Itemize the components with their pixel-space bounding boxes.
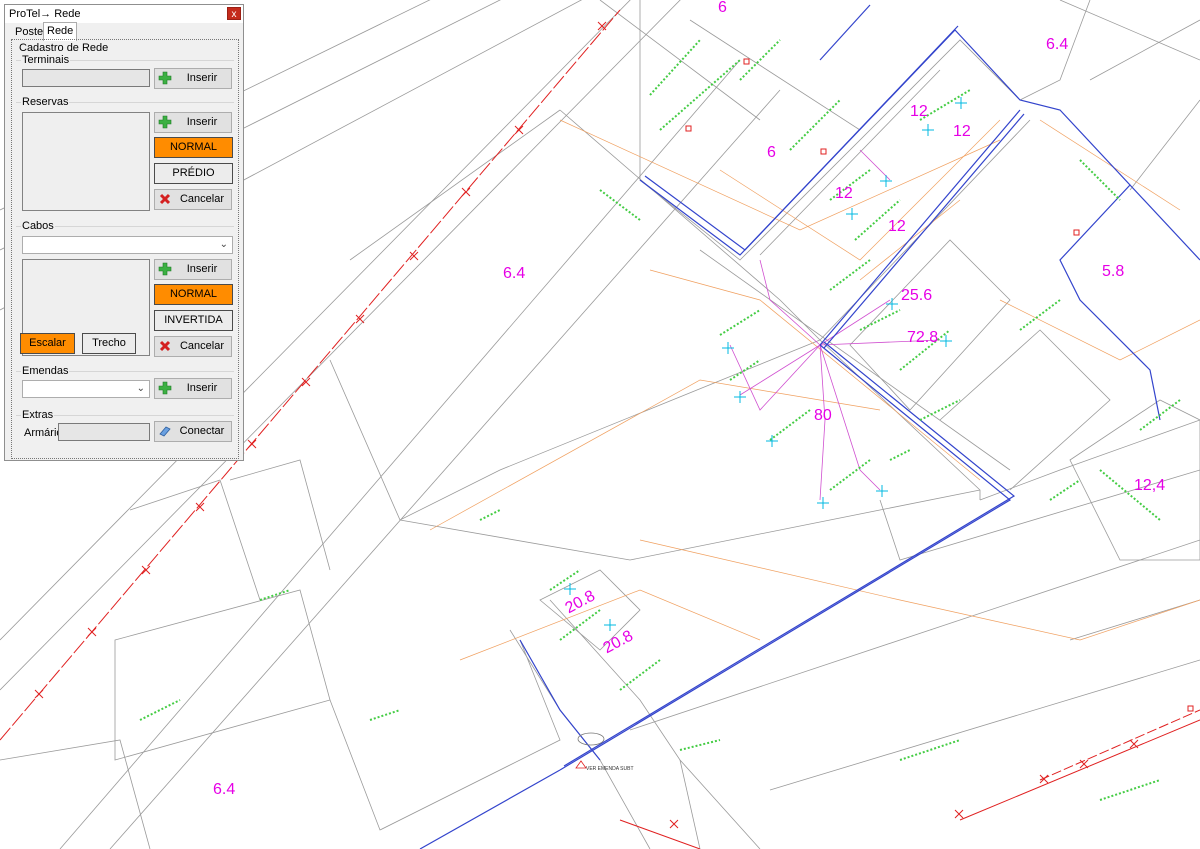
map-label: 6 [718, 0, 727, 16]
chevron-down-icon: ⌄ [219, 239, 228, 250]
trecho-button[interactable]: Trecho [82, 333, 136, 354]
splice-annotation: VER EMENDA SUBT [586, 766, 634, 772]
property-lines [429, 119, 1200, 661]
extras-title: Extras [21, 409, 55, 421]
close-button[interactable]: x [227, 7, 241, 20]
cabos-normal-button[interactable]: NORMAL [154, 284, 233, 305]
map-label: 6.4 [503, 265, 526, 282]
reservas-cancel-button[interactable]: Cancelar [154, 189, 232, 210]
manhole-icon [577, 732, 605, 746]
terminais-insert-label: Inserir [186, 72, 218, 84]
escalar-button[interactable]: Escalar [20, 333, 75, 354]
title-bar[interactable]: ProTel→ Rede x [5, 5, 243, 23]
extras-group: Extras [16, 409, 234, 421]
plus-icon [158, 115, 172, 129]
map-label: 6.4 [1046, 36, 1069, 53]
emendas-combo[interactable]: ⌄ [22, 380, 150, 398]
terminais-field[interactable] [22, 69, 150, 87]
emendas-insert-label: Inserir [186, 382, 218, 394]
reservas-group: Reservas [16, 96, 234, 108]
map-label: 6 [767, 144, 776, 161]
reservas-title: Reservas [21, 96, 70, 108]
reservas-predio-button[interactable]: PRÉDIO [154, 163, 233, 184]
terminais-group: Terminais [16, 54, 234, 66]
map-label: 12 [953, 123, 971, 140]
conectar-label: Conectar [179, 425, 225, 437]
cabos-cancel-label: Cancelar [179, 340, 225, 352]
emendas-group: Emendas [16, 365, 234, 377]
plus-icon [158, 262, 172, 276]
window-title: ProTel→ Rede [9, 8, 81, 20]
terminais-insert-button[interactable]: Inserir [154, 68, 232, 89]
drop-cables [729, 149, 941, 501]
map-label: 12 [910, 103, 928, 120]
terminais-title: Terminais [21, 54, 71, 66]
cabos-group: Cabos [16, 220, 234, 232]
reservas-cancel-label: Cancelar [179, 193, 225, 205]
reservas-insert-label: Inserir [186, 116, 218, 128]
map-label: 72.8 [907, 329, 939, 346]
cabos-insert-button[interactable]: Inserir [154, 259, 232, 280]
cancel-x-icon [159, 193, 171, 205]
map-label: 80 [814, 407, 832, 424]
cabos-combo[interactable]: ⌄ [22, 236, 233, 254]
splice-icon [575, 760, 587, 769]
reservas-normal-button[interactable]: NORMAL [154, 137, 233, 158]
cabos-title: Cabos [21, 220, 55, 232]
rede-tab-page: Cadastro de Rede Terminais Inserir Reser… [11, 39, 239, 459]
map-label: 12 [888, 218, 906, 235]
network-lines[interactable] [419, 4, 1200, 849]
map-label: 12 [835, 185, 853, 202]
vegetation-hatches [139, 39, 1181, 801]
emendas-title: Emendas [21, 365, 70, 377]
reservas-insert-button[interactable]: Inserir [154, 112, 232, 133]
plus-icon [158, 381, 172, 395]
connect-icon [159, 426, 171, 437]
cabos-insert-label: Inserir [186, 263, 218, 275]
emendas-insert-button[interactable]: Inserir [154, 378, 232, 399]
pole-markers [685, 58, 1194, 712]
cadastro-group-title: Cadastro de Rede [19, 42, 109, 54]
reservas-list[interactable] [22, 112, 150, 211]
conectar-button[interactable]: Conectar [154, 421, 232, 442]
protel-rede-panel: ProTel→ Rede x Postes Rede Cadastro de R… [4, 4, 244, 461]
cancel-x-icon [159, 340, 171, 352]
armario-field[interactable] [58, 423, 150, 441]
cabos-invertida-button[interactable]: INVERTIDA [154, 310, 233, 331]
map-label: 25.6 [901, 287, 933, 304]
chevron-down-icon: ⌄ [136, 383, 145, 394]
map-label: 6.4 [213, 781, 236, 798]
map-label: 12,4 [1134, 477, 1166, 494]
map-label: 5.8 [1102, 263, 1125, 280]
plus-icon [158, 71, 172, 85]
cabos-cancel-button[interactable]: Cancelar [154, 336, 232, 357]
